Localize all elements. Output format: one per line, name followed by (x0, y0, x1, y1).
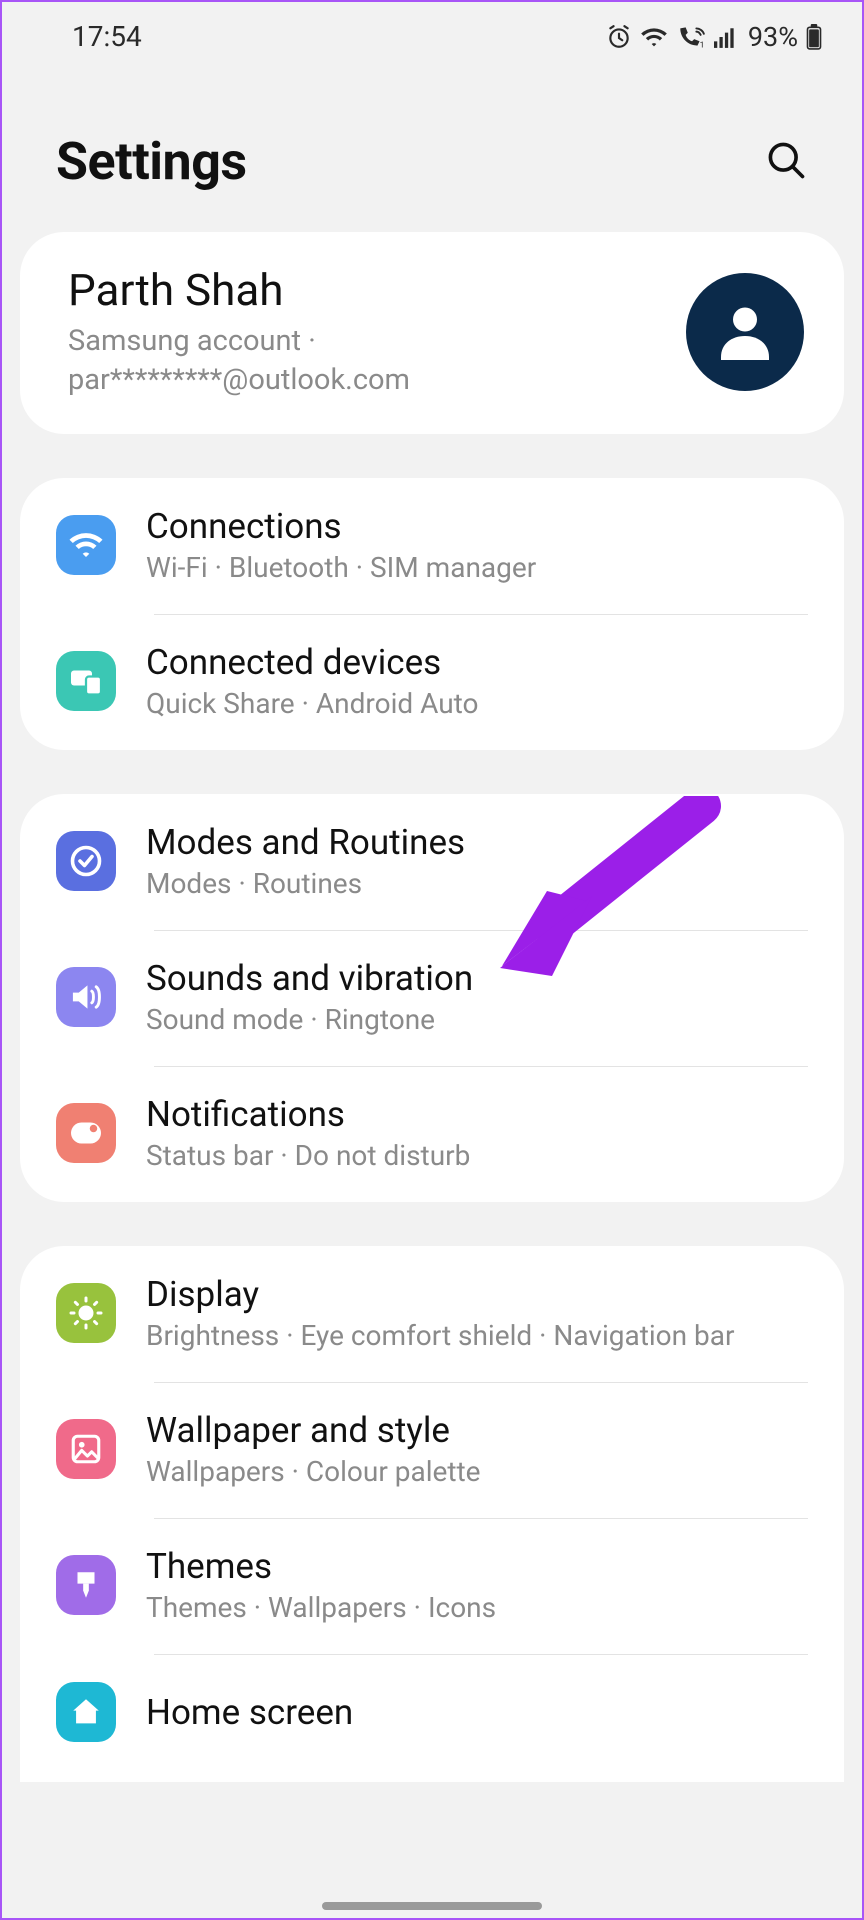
item-title: Display (146, 1274, 735, 1315)
home-indicator[interactable] (322, 1902, 542, 1910)
settings-group-1: Connections Wi-Fi · Bluetooth · SIM mana… (20, 478, 844, 750)
item-title: Themes (146, 1546, 496, 1587)
item-subtitle: Themes · Wallpapers · Icons (146, 1591, 496, 1624)
status-icons: 1 93% (606, 21, 822, 53)
account-card[interactable]: Parth Shah Samsung account · par********… (20, 232, 844, 434)
settings-group-3: Display Brightness · Eye comfort shield … (20, 1246, 844, 1782)
image-icon (69, 1432, 103, 1466)
item-subtitle: Modes · Routines (146, 867, 465, 900)
signal-icon (714, 26, 738, 48)
settings-item-notifications[interactable]: Notifications Status bar · Do not distur… (20, 1066, 844, 1202)
item-title: Home screen (146, 1692, 353, 1733)
sound-icon (68, 981, 104, 1013)
search-icon (764, 170, 808, 185)
wifi-icon (68, 530, 104, 560)
alarm-icon (606, 24, 632, 50)
item-subtitle: Wi-Fi · Bluetooth · SIM manager (146, 551, 536, 584)
item-title: Sounds and vibration (146, 958, 473, 999)
settings-item-connected-devices[interactable]: Connected devices Quick Share · Android … (20, 614, 844, 750)
item-title: Wallpaper and style (146, 1410, 481, 1451)
item-title: Modes and Routines (146, 822, 465, 863)
svg-text:1: 1 (699, 40, 704, 48)
settings-item-sounds-vibration[interactable]: Sounds and vibration Sound mode · Ringto… (20, 930, 844, 1066)
routines-icon (68, 843, 104, 879)
notification-icon (68, 1118, 104, 1148)
item-title: Connections (146, 506, 536, 547)
page-title: Settings (56, 131, 247, 192)
settings-group-2: Modes and Routines Modes · Routines Soun… (20, 794, 844, 1202)
account-name: Parth Shah (68, 264, 628, 316)
battery-icon (806, 24, 822, 50)
home-icon (69, 1695, 103, 1729)
page-header: Settings (2, 71, 862, 232)
brightness-icon (68, 1295, 104, 1331)
item-subtitle: Sound mode · Ringtone (146, 1003, 473, 1036)
avatar (686, 273, 804, 391)
item-subtitle: Status bar · Do not disturb (146, 1139, 470, 1172)
wifi-calling-icon: 1 (676, 25, 706, 49)
item-title: Connected devices (146, 642, 479, 683)
settings-item-wallpaper-style[interactable]: Wallpaper and style Wallpapers · Colour … (20, 1382, 844, 1518)
devices-icon (68, 666, 104, 696)
person-icon (709, 294, 781, 370)
status-bar: 17:54 1 93% (2, 2, 862, 71)
settings-item-modes-routines[interactable]: Modes and Routines Modes · Routines (20, 794, 844, 930)
brush-icon (69, 1568, 103, 1602)
item-subtitle: Brightness · Eye comfort shield · Naviga… (146, 1319, 735, 1352)
item-subtitle: Quick Share · Android Auto (146, 687, 479, 720)
settings-item-home-screen[interactable]: Home screen (20, 1654, 844, 1772)
status-time: 17:54 (72, 20, 142, 53)
settings-item-display[interactable]: Display Brightness · Eye comfort shield … (20, 1246, 844, 1382)
search-button[interactable] (758, 132, 814, 191)
item-subtitle: Wallpapers · Colour palette (146, 1455, 481, 1488)
settings-item-connections[interactable]: Connections Wi-Fi · Bluetooth · SIM mana… (20, 478, 844, 614)
item-title: Notifications (146, 1094, 470, 1135)
wifi-icon (640, 25, 668, 49)
account-subtitle: Samsung account · par*********@outlook.c… (68, 322, 628, 400)
battery-percent: 93% (748, 21, 798, 53)
settings-item-themes[interactable]: Themes Themes · Wallpapers · Icons (20, 1518, 844, 1654)
